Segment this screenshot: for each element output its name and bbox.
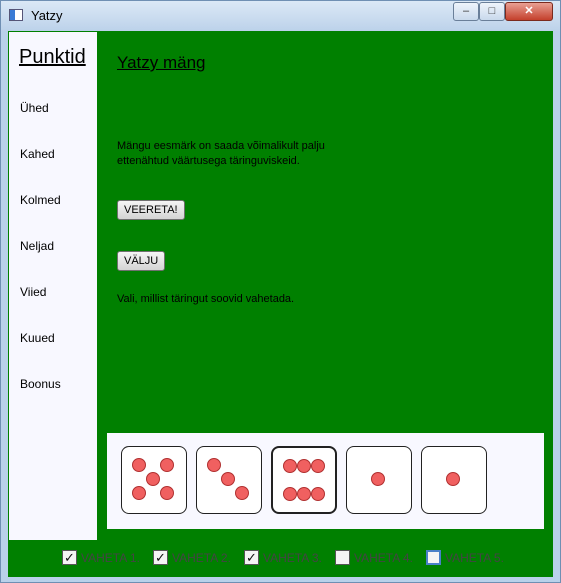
swap-checkbox-2[interactable]: ✓ xyxy=(153,550,168,565)
app-window: Yatzy – □ ✕ Punktid Ühed Kahed Kolmed Ne… xyxy=(0,0,561,583)
window-title: Yatzy xyxy=(31,8,63,23)
die-2-pip-1 xyxy=(207,458,221,472)
dice-panel xyxy=(107,433,544,529)
die-1-pip-2 xyxy=(160,458,174,472)
die-1-pip-5 xyxy=(160,486,174,500)
app-icon xyxy=(9,9,23,21)
die-4[interactable] xyxy=(346,446,412,514)
score-item-kuued[interactable]: Kuued xyxy=(20,331,55,345)
die-1-pip-1 xyxy=(132,458,146,472)
die-3-pip-1 xyxy=(283,459,297,473)
roll-button[interactable]: VEERETA! xyxy=(117,200,185,220)
swap-checkbox-3[interactable]: ✓ xyxy=(244,550,259,565)
swap-checkbox-row: ✓ VAHETA 1. ✓ VAHETA 2. ✓ VAHETA 3. VAHE… xyxy=(8,549,553,569)
sidebar-title: Punktid xyxy=(19,46,86,68)
score-item-uhed[interactable]: Ühed xyxy=(20,101,49,115)
die-3-pip-6 xyxy=(311,487,325,501)
goal-text: Mängu eesmärk on saada võimalikult palju… xyxy=(117,140,325,167)
exit-button[interactable]: VÄLJU xyxy=(117,251,166,271)
title-bar[interactable]: Yatzy – □ ✕ xyxy=(1,1,560,31)
die-2[interactable] xyxy=(196,446,262,514)
die-3-pip-3 xyxy=(311,459,325,473)
die-2-pip-3 xyxy=(235,486,249,500)
die-3[interactable] xyxy=(271,446,337,514)
die-2-pip-2 xyxy=(221,472,235,486)
die-3-pip-2 xyxy=(297,459,311,473)
swap-label-2[interactable]: VAHETA 2. xyxy=(172,551,231,565)
die-5[interactable] xyxy=(421,446,487,514)
score-item-boonus[interactable]: Boonus xyxy=(20,377,61,391)
swap-label-3[interactable]: VAHETA 3. xyxy=(263,551,322,565)
swap-label-4[interactable]: VAHETA 4. xyxy=(354,551,413,565)
die-5-pip-1 xyxy=(446,472,460,486)
die-1-pip-4 xyxy=(132,486,146,500)
swap-label-5[interactable]: VAHETA 5. xyxy=(445,551,504,565)
swap-label-1[interactable]: VAHETA 1. xyxy=(81,551,140,565)
score-item-neljad[interactable]: Neljad xyxy=(20,239,54,253)
die-3-pip-4 xyxy=(283,487,297,501)
die-4-pip-1 xyxy=(371,472,385,486)
page-title: Yatzy mäng xyxy=(117,53,206,72)
swap-checkbox-4[interactable] xyxy=(335,550,350,565)
die-1[interactable] xyxy=(121,446,187,514)
client-area: Punktid Ühed Kahed Kolmed Neljad Viied K… xyxy=(8,31,553,577)
choose-die-text: Vali, millist täringut soovid vahetada. xyxy=(117,293,295,305)
minimize-button[interactable]: – xyxy=(453,2,479,21)
score-item-kolmed[interactable]: Kolmed xyxy=(20,193,61,207)
score-item-viied[interactable]: Viied xyxy=(20,285,46,299)
swap-checkbox-5[interactable] xyxy=(426,550,441,565)
swap-checkbox-1[interactable]: ✓ xyxy=(62,550,77,565)
score-item-kahed[interactable]: Kahed xyxy=(20,147,55,161)
die-1-pip-3 xyxy=(146,472,160,486)
maximize-button[interactable]: □ xyxy=(479,2,505,21)
score-sidebar: Punktid Ühed Kahed Kolmed Neljad Viied K… xyxy=(9,32,97,540)
die-3-pip-5 xyxy=(297,487,311,501)
close-button[interactable]: ✕ xyxy=(505,2,553,21)
